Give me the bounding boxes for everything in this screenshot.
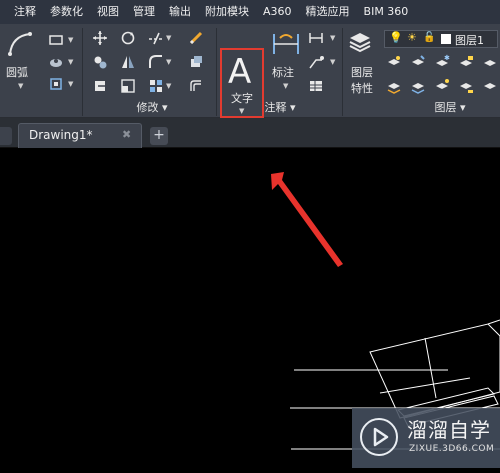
watermark-subtitle: ZIXUE.3D66.COM xyxy=(409,444,495,454)
watermark-title: 溜溜自学 xyxy=(407,418,491,442)
watermark: 溜溜自学 ZIXUE.3D66.COM xyxy=(352,408,500,468)
play-logo-icon xyxy=(360,418,398,456)
annotation-arrow xyxy=(271,172,343,267)
